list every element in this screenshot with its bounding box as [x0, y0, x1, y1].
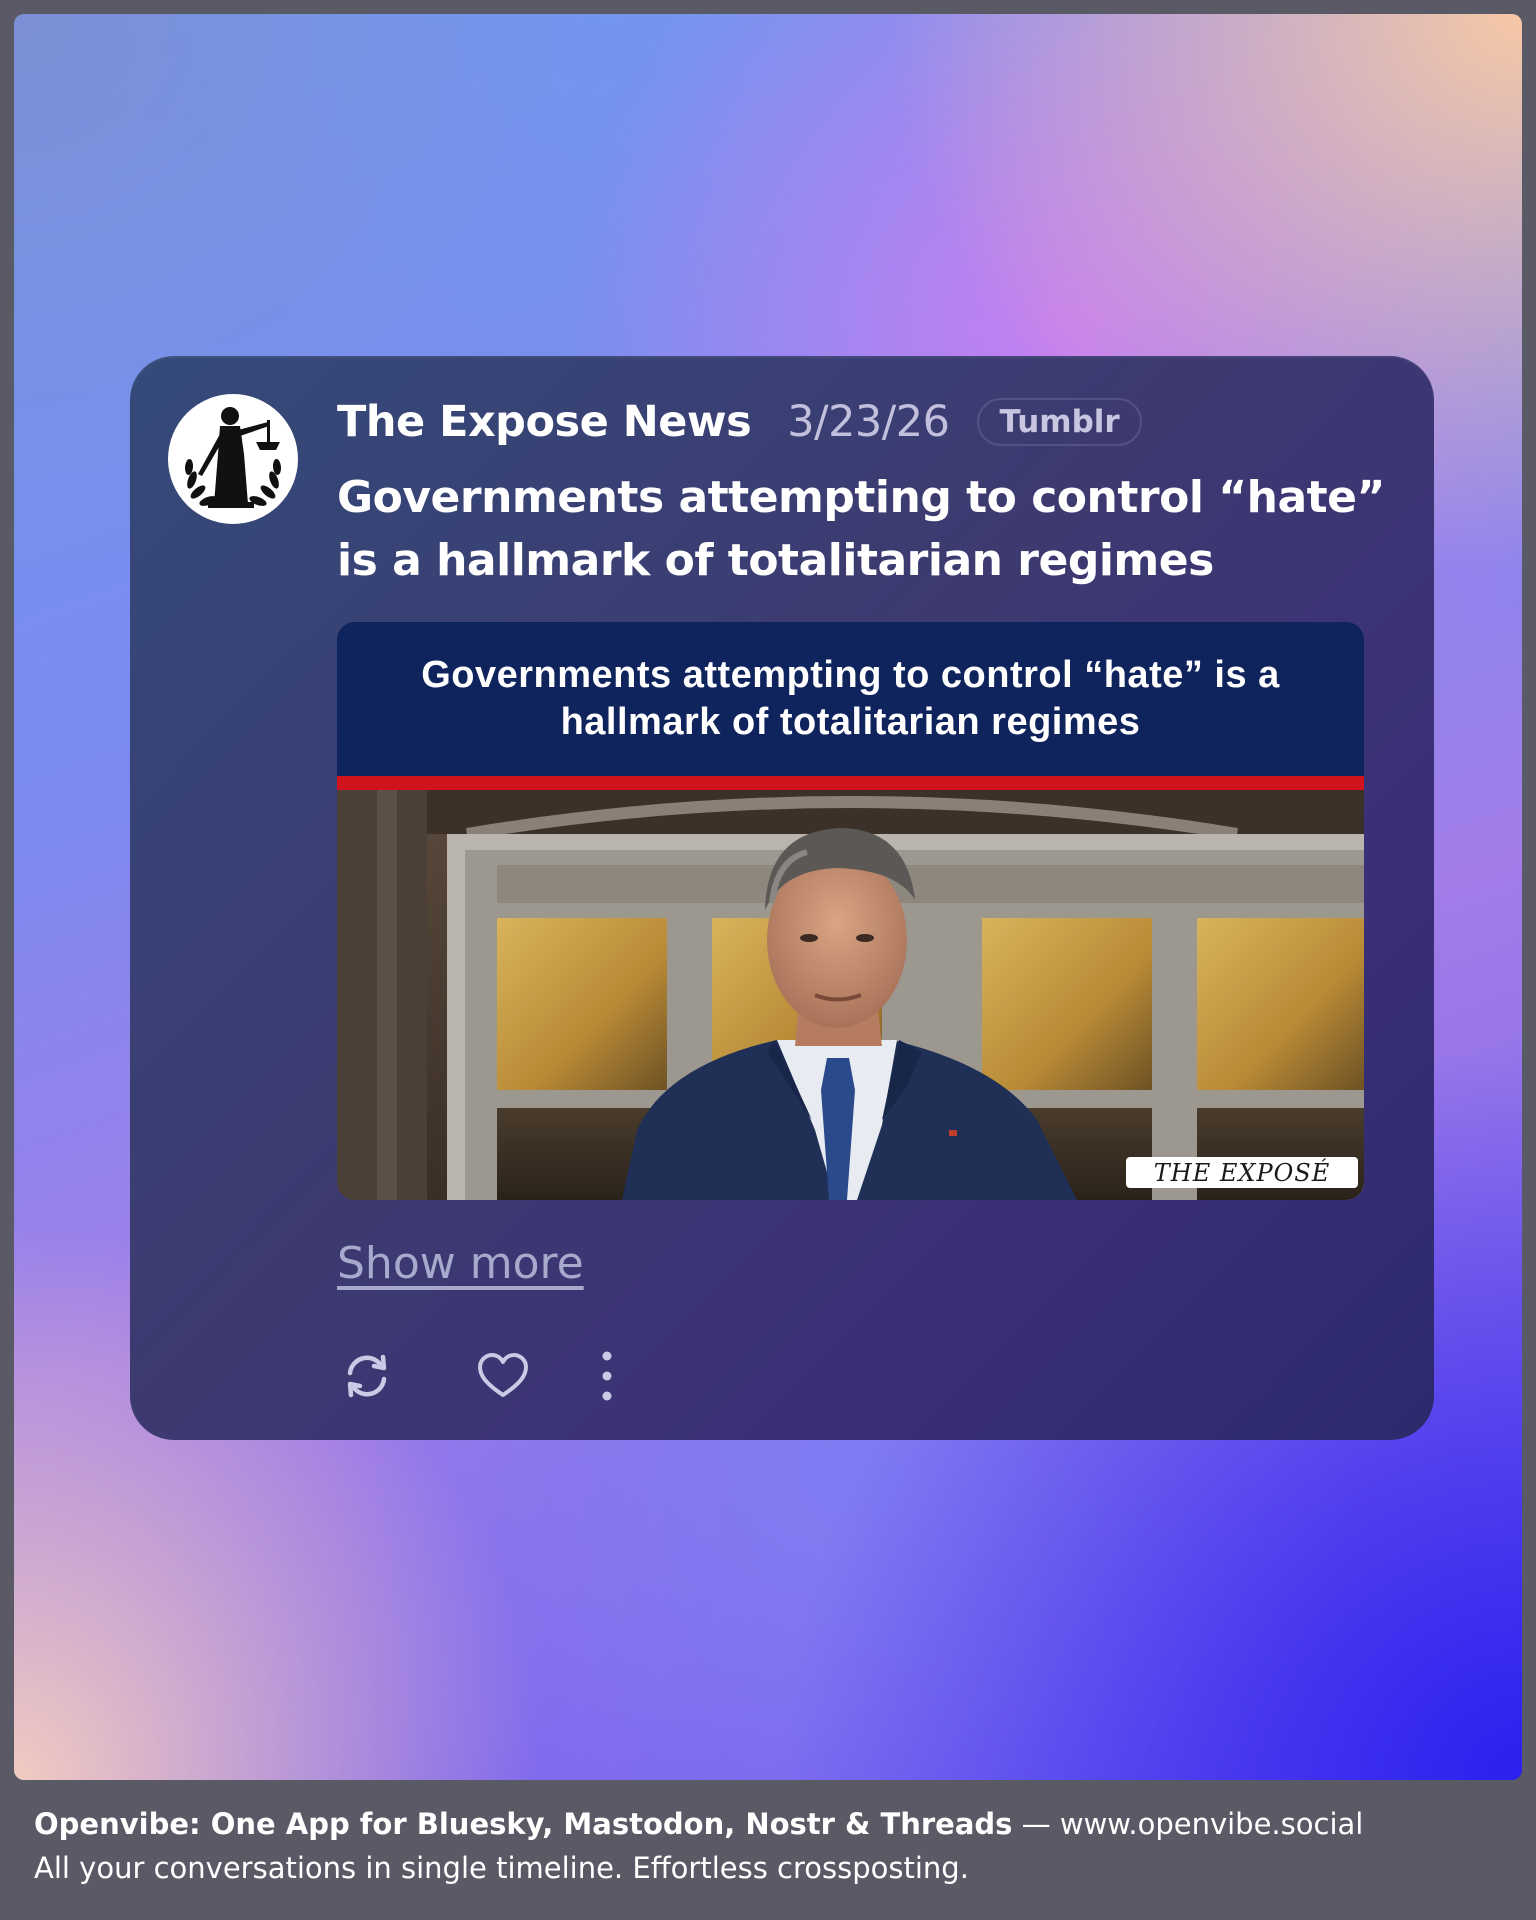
image-watermark: THE EXPOSÉ	[1126, 1157, 1358, 1188]
justice-logo-icon	[169, 395, 297, 523]
post-title: Governments attempting to control “hate”…	[337, 472, 1385, 586]
image-red-stripe	[337, 776, 1364, 790]
heart-icon	[478, 1353, 528, 1397]
footer-url[interactable]: www.openvibe.social	[1060, 1807, 1363, 1841]
footer-line-1: Openvibe: One App for Bluesky, Mastodon,…	[34, 1802, 1514, 1846]
repost-button[interactable]	[337, 1346, 397, 1406]
footer: Openvibe: One App for Bluesky, Mastodon,…	[34, 1802, 1514, 1890]
more-vertical-icon	[602, 1351, 612, 1401]
photo-politician	[337, 790, 1364, 1200]
author-name[interactable]: The Expose News	[337, 397, 752, 447]
post-card[interactable]: The Expose News 3/23/26 Tumblr Governmen…	[130, 356, 1434, 1440]
footer-separator: —	[1012, 1807, 1060, 1841]
post-header: The Expose News 3/23/26 Tumblr	[337, 392, 1142, 452]
footer-brand-line: Openvibe: One App for Bluesky, Mastodon,…	[34, 1807, 1013, 1841]
network-badge: Tumblr	[977, 398, 1142, 446]
more-options-button[interactable]	[587, 1346, 627, 1406]
repost-icon	[347, 1354, 387, 1398]
post-date[interactable]: 3/23/26	[787, 397, 950, 447]
background-frame: The Expose News 3/23/26 Tumblr Governmen…	[14, 14, 1522, 1780]
footer-tagline: All your conversations in single timelin…	[34, 1851, 969, 1885]
show-more-link[interactable]: Show more	[337, 1238, 584, 1289]
post-image[interactable]: Governments attempting to control “hate”…	[337, 622, 1364, 1200]
avatar[interactable]	[168, 394, 298, 524]
like-button[interactable]	[473, 1346, 533, 1406]
image-banner-text: Governments attempting to control “hate”…	[421, 654, 1280, 743]
image-banner: Governments attempting to control “hate”…	[337, 622, 1364, 776]
